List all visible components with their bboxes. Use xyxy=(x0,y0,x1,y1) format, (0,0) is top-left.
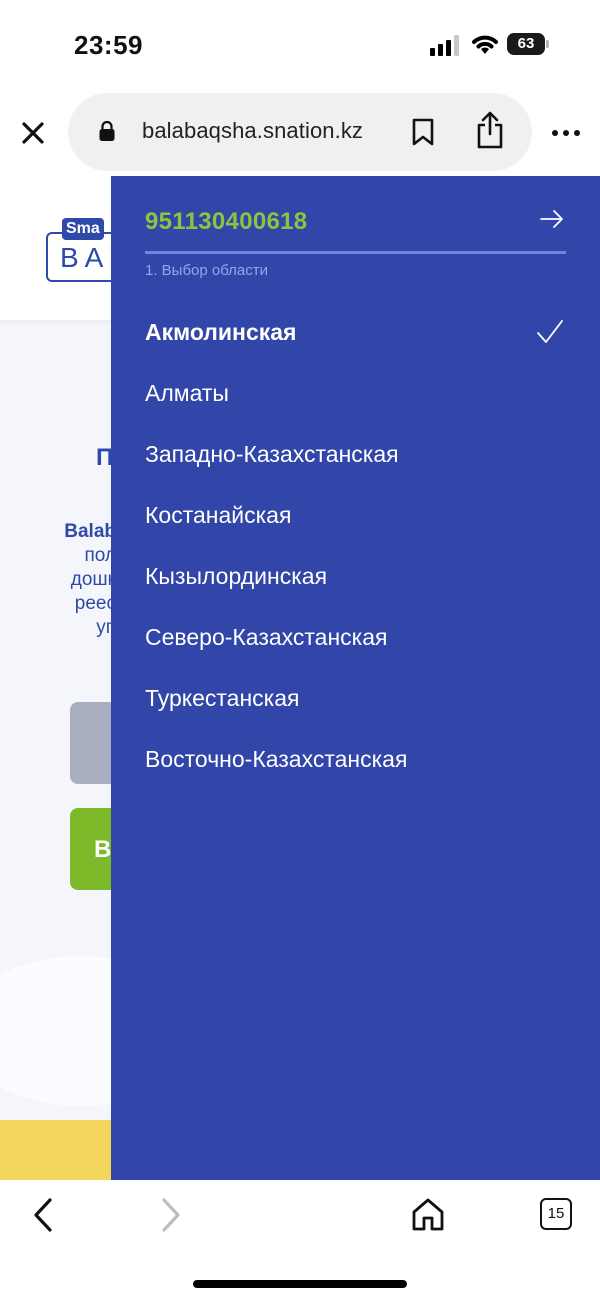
region-label: Восточно-Казахстанская xyxy=(145,746,408,772)
battery-level: 63 xyxy=(507,33,545,55)
wifi-icon xyxy=(472,35,498,54)
region-label: Алматы xyxy=(145,380,229,406)
region-item[interactable]: Костанайская xyxy=(111,485,600,546)
region-item[interactable]: Алматы xyxy=(111,363,600,424)
status-bar: 23:59 63 xyxy=(0,0,600,90)
more-icon[interactable] xyxy=(550,128,582,138)
back-icon[interactable] xyxy=(28,1196,58,1234)
region-label: Западно-Казахстанская xyxy=(145,441,399,467)
tabs-icon[interactable]: 15 xyxy=(540,1198,572,1230)
bookmark-icon[interactable] xyxy=(410,117,436,147)
arrow-right-icon[interactable] xyxy=(539,206,565,232)
description-line: Balab xyxy=(64,521,116,542)
region-label: Туркестанская xyxy=(145,685,300,711)
page-description: Balab пол дошк реес уп xyxy=(56,520,116,640)
region-label: Северо-Казахстанская xyxy=(145,624,388,650)
region-item[interactable]: Акмолинская xyxy=(111,302,600,363)
logo-top-text: Sma xyxy=(62,218,104,240)
cellular-signal-icon xyxy=(430,34,464,56)
description-line: уп xyxy=(96,617,116,638)
description-line: пол xyxy=(84,545,116,566)
close-icon[interactable] xyxy=(18,118,48,148)
region-item[interactable]: Северо-Казахстанская xyxy=(111,607,600,668)
status-time: 23:59 xyxy=(74,30,143,60)
step-label: 1. Выбор области xyxy=(145,262,269,279)
description-line: реес xyxy=(74,593,116,614)
logo-text: BA xyxy=(60,242,110,273)
green-button-label: В xyxy=(94,836,112,863)
region-list: Акмолинская Алматы Западно-Казахстанская… xyxy=(111,302,600,790)
browser-toolbar: 15 xyxy=(0,1180,600,1300)
lock-icon xyxy=(99,120,115,141)
region-label: Кызылординская xyxy=(145,563,328,589)
url-field[interactable]: balabaqsha.snation.kz xyxy=(68,93,532,171)
description-line: дошк xyxy=(70,569,116,590)
browser-address-bar: balabaqsha.snation.kz xyxy=(0,90,600,176)
forward-icon[interactable] xyxy=(156,1196,186,1234)
battery-icon: 63 xyxy=(507,33,549,55)
region-label: Костанайская xyxy=(145,502,292,528)
region-item[interactable]: Западно-Казахстанская xyxy=(111,424,600,485)
share-icon[interactable] xyxy=(474,110,506,150)
url-text: balabaqsha.snation.kz xyxy=(142,118,364,143)
check-icon xyxy=(537,320,563,343)
region-item[interactable]: Туркестанская xyxy=(111,668,600,729)
region-item[interactable]: Восточно-Казахстанская xyxy=(111,729,600,790)
home-icon[interactable] xyxy=(410,1196,446,1232)
user-id: 951130400618 xyxy=(145,208,308,235)
region-label: Акмолинская xyxy=(145,319,297,345)
region-drawer: 951130400618 1. Выбор области Акмолинска… xyxy=(111,176,600,1180)
region-item[interactable]: Кызылординская xyxy=(111,546,600,607)
home-indicator xyxy=(193,1280,407,1288)
divider xyxy=(145,251,566,254)
